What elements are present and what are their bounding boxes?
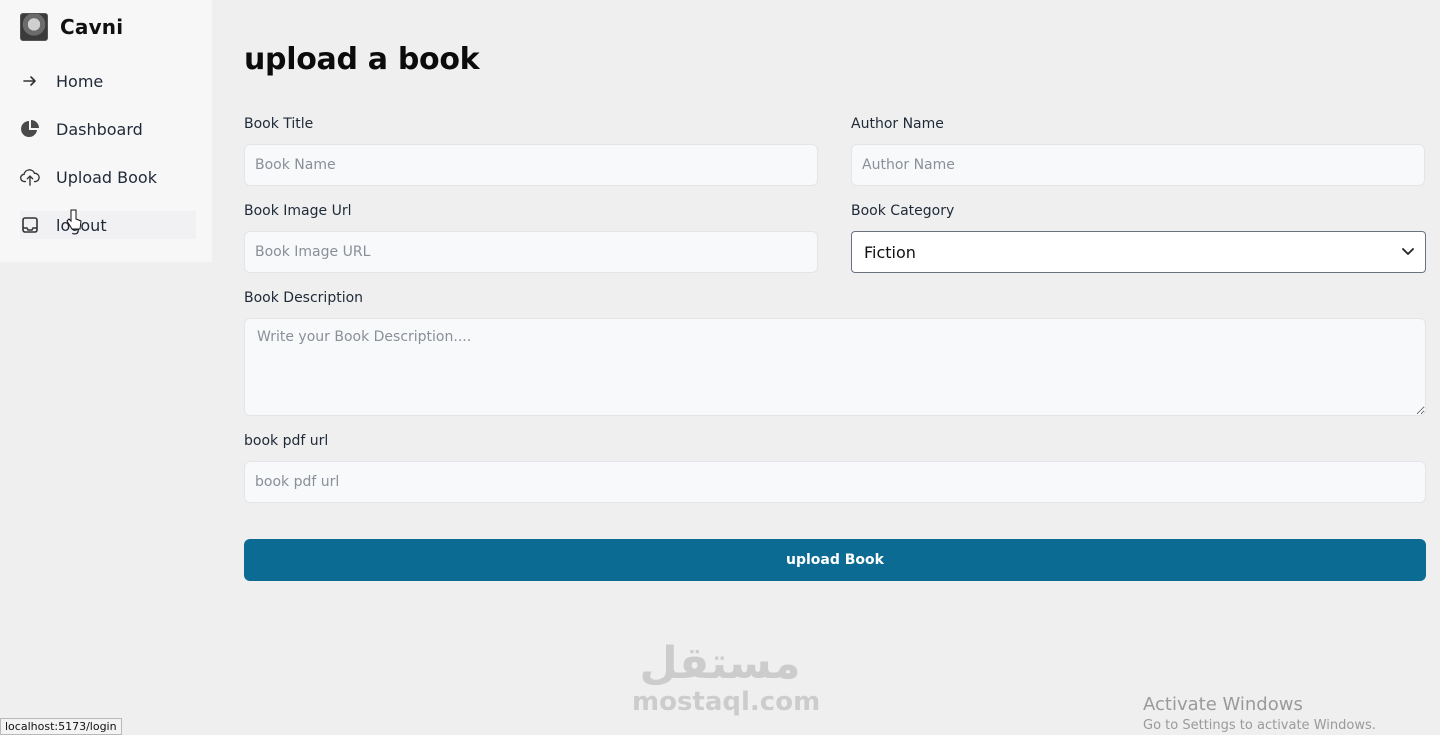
sidebar-item-logout[interactable]: logout [20, 211, 196, 239]
book-image-url-label: Book Image Url [244, 203, 352, 219]
book-image-url-input[interactable] [244, 231, 818, 273]
sidebar-item-label: Home [56, 71, 104, 91]
pie-chart-icon [20, 119, 40, 139]
activate-windows-title: Activate Windows [1143, 694, 1303, 715]
book-description-textarea[interactable] [244, 318, 1426, 416]
watermark-english: mostaql.com [632, 687, 821, 717]
book-title-input[interactable] [244, 144, 818, 186]
hand-cursor-icon [66, 208, 82, 232]
status-bar-url: localhost:5173/login [0, 718, 122, 735]
activate-windows-notice: Activate Windows Go to Settings to activ… [1143, 694, 1376, 735]
brand-logo [20, 13, 48, 41]
watermark-arabic: مستقل [639, 638, 801, 689]
sidebar-item-dashboard[interactable]: Dashboard [20, 115, 196, 143]
sidebar-item-label: Dashboard [56, 119, 143, 139]
book-category-select[interactable]: Fiction [851, 231, 1426, 273]
inbox-icon [20, 215, 40, 235]
author-name-label: Author Name [851, 116, 944, 132]
arrow-right-icon [20, 71, 40, 91]
book-title-label: Book Title [244, 116, 314, 132]
sidebar-item-label: Upload Book [56, 167, 157, 187]
book-category-value: Fiction [864, 242, 916, 262]
book-pdf-url-input[interactable] [244, 461, 1426, 503]
sidebar: Cavni Home Dashboard Upload Book logout [0, 0, 212, 262]
brand[interactable]: Cavni [20, 13, 123, 41]
book-description-label: Book Description [244, 290, 364, 306]
author-name-input[interactable] [851, 144, 1425, 186]
book-pdf-url-label: book pdf url [244, 433, 329, 449]
watermark: مستقل mostaql.com [632, 638, 821, 717]
cloud-upload-icon [20, 167, 40, 187]
sidebar-item-upload-book[interactable]: Upload Book [20, 163, 196, 191]
sidebar-item-home[interactable]: Home [20, 67, 196, 95]
page-title: upload a book [244, 42, 480, 77]
upload-book-button[interactable]: upload Book [244, 539, 1426, 581]
brand-name: Cavni [60, 15, 124, 39]
chevron-down-icon [1401, 243, 1415, 262]
book-category-label: Book Category [851, 203, 955, 219]
activate-windows-subtitle: Go to Settings to activate Windows. [1143, 718, 1376, 733]
